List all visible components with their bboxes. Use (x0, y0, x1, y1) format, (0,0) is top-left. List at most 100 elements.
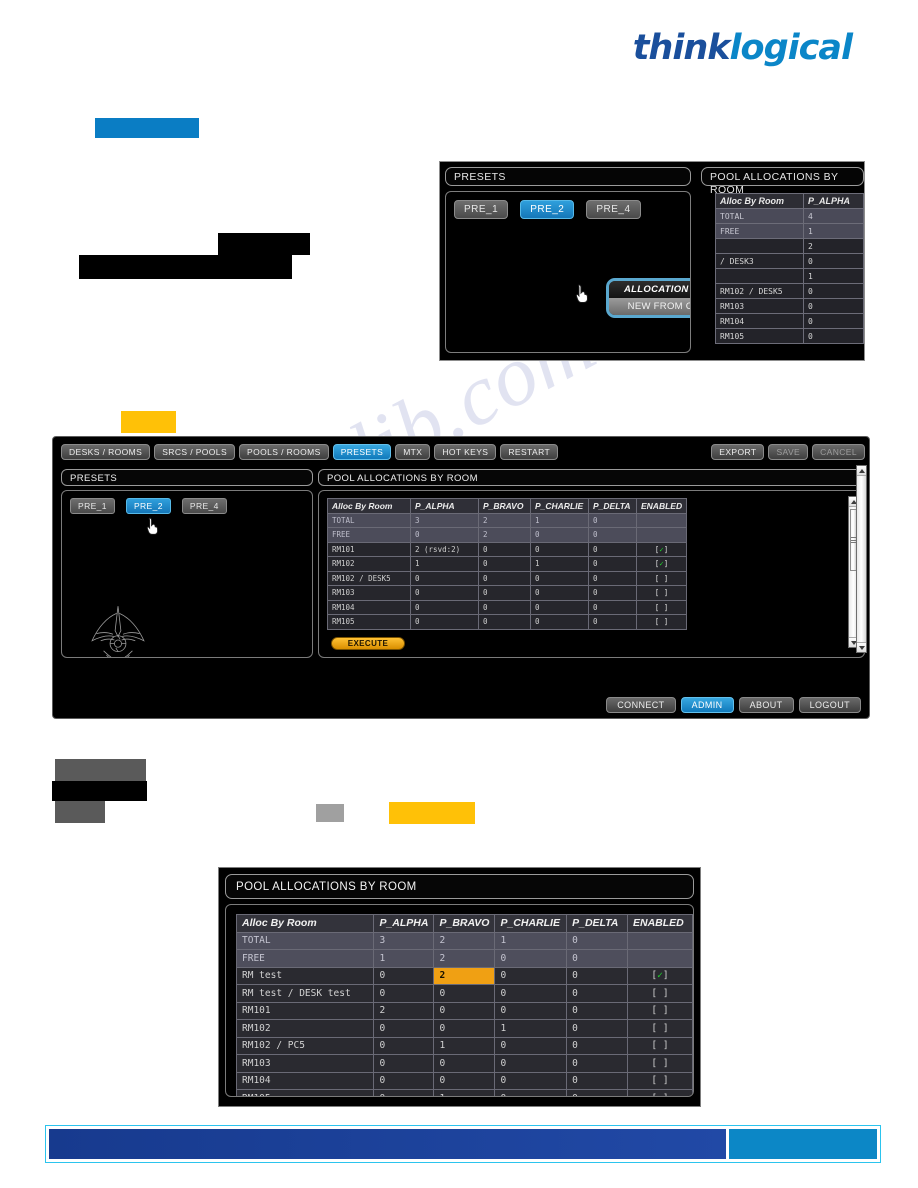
table-row[interactable]: RM test 0 2 0 0 [✓] (235, 966, 693, 985)
body-redaction-1 (218, 233, 310, 255)
enabled-checkbox[interactable] (635, 512, 688, 528)
preset-button-pre_2[interactable]: PRE_2 (125, 498, 171, 514)
fig2-presets-panel: PRESETS PRE_1 PRE_2 PRE_4 (61, 469, 313, 659)
preset-button-pre_4[interactable]: PRE_4 (586, 200, 641, 219)
table-row[interactable]: / DESK3 0 (715, 253, 864, 269)
figure-main-application-window: DESKS / ROOMS SRCS / POOLS POOLS / ROOMS PR… (52, 436, 870, 719)
table-cell: 0 (410, 527, 479, 543)
table-row[interactable]: RM102 / DESK5 0 0 0 0[ ] (327, 570, 688, 586)
enabled-checkbox[interactable]: [ ] (635, 614, 688, 630)
table-cell: RM test (235, 966, 375, 985)
tab-desks-rooms[interactable]: DESKS / ROOMS (61, 443, 151, 460)
window-scrollbar[interactable] (856, 465, 867, 653)
table-cell: 0 (433, 1071, 496, 1090)
about-button[interactable]: ABOUT (738, 697, 794, 713)
table-row[interactable]: FREE 1 2 0 0 (235, 949, 693, 968)
table-row[interactable]: RM104 0 (715, 313, 864, 329)
enabled-checkbox[interactable] (626, 931, 693, 950)
tab-pools-rooms[interactable]: POOLS / ROOMS (239, 443, 329, 460)
enabled-checkbox[interactable]: [ ] (635, 599, 688, 615)
table-row[interactable]: TOTAL 4 (715, 208, 864, 224)
tab-hot-keys[interactable]: HOT KEYS (434, 443, 497, 460)
table-row[interactable]: RM102 1 0 1 0 [✓] (327, 556, 688, 572)
table-row[interactable]: RM101 2 0 0 0[ ] (235, 1001, 693, 1020)
popup-item-new-from-current[interactable]: NEW FROM CURRENT (609, 298, 690, 315)
table-row[interactable]: RM104 0 0 0 0[ ] (235, 1071, 693, 1090)
tab-presets[interactable]: PRESETS (332, 443, 392, 460)
table-cell: 2 (478, 527, 531, 543)
tab-mtx[interactable]: MTX (395, 443, 431, 460)
table-cell: 0 (478, 556, 531, 572)
table-row[interactable]: RM102 / DESK5 0 (715, 283, 864, 299)
admin-button[interactable]: ADMIN (680, 697, 734, 713)
enabled-checkbox[interactable]: [ ] (626, 984, 693, 1003)
enabled-checkbox-checked[interactable]: [✓] (635, 541, 688, 557)
allocation-table: Alloc By Room P_ALPHA P_BRAVO P_CHARLIE P_DE… (327, 498, 688, 630)
enabled-checkbox[interactable]: [ ] (626, 1089, 693, 1096)
table-cell: 0 (566, 931, 628, 950)
enabled-checkbox[interactable] (626, 949, 693, 968)
table-row[interactable]: TOTAL 3 2 1 0 (235, 931, 693, 950)
save-button[interactable]: SAVE (768, 443, 809, 460)
allocation-presets-popup[interactable]: ALLOCATION PRESETS NEW FROM CURRENT (606, 278, 690, 318)
preset-button-pre_4[interactable]: PRE_4 (181, 498, 227, 514)
table-row[interactable]: RM105 0 0 0 0[ ] (327, 614, 688, 630)
table-cell: RM103 (715, 298, 804, 314)
connect-button[interactable]: CONNECT (606, 697, 676, 713)
table-cell: 0 (494, 949, 568, 968)
logout-button[interactable]: LOGOUT (798, 697, 861, 713)
cancel-button[interactable]: CANCEL (812, 443, 865, 460)
enabled-checkbox[interactable] (635, 527, 688, 543)
table-row[interactable]: RM103 0 (715, 298, 864, 314)
column-header: ENABLED (626, 914, 693, 933)
export-button[interactable]: EXPORT (711, 443, 765, 460)
table-row[interactable]: RM105 0 (715, 328, 864, 344)
enabled-checkbox[interactable]: [ ] (626, 1019, 693, 1038)
table-cell: 0 (478, 614, 531, 630)
table-cell: 0 (433, 1054, 496, 1073)
table-cell: 0 (588, 614, 637, 630)
tab-restart[interactable]: RESTART (500, 443, 559, 460)
table-row[interactable]: RM102 / PC5 0 1 0 0[ ] (235, 1036, 693, 1055)
table-cell: 2 (478, 512, 531, 528)
execute-button[interactable]: EXECUTE (331, 637, 405, 650)
column-header: Alloc By Room (715, 193, 804, 209)
table-row[interactable]: 2 (715, 238, 864, 254)
column-header: P_BRAVO (433, 914, 496, 933)
preset-button-pre_1[interactable]: PRE_1 (70, 498, 115, 514)
table-cell: 3 (410, 512, 479, 528)
table-cell: 0 (494, 1001, 568, 1020)
table-row[interactable]: RM102 0 0 1 0[ ] (235, 1019, 693, 1038)
table-row[interactable]: RM1050100[ ] (235, 1089, 693, 1096)
table-cell: 1 (530, 512, 589, 528)
fig1-pool-allocations-panel: POOL ALLOCATIONS BY ROOM Alloc By Room P_… (696, 162, 864, 360)
table-cell: 0 (410, 599, 479, 615)
tab-srcs-pools[interactable]: SRCS / POOLS (154, 443, 236, 460)
enabled-checkbox[interactable]: [ ] (626, 1001, 693, 1020)
table-cell: 0 (373, 1089, 435, 1096)
preset-button-pre_1[interactable]: PRE_1 (454, 200, 509, 219)
table-row[interactable]: 1 (715, 268, 864, 284)
table-row[interactable]: RM103 0 0 0 0[ ] (327, 585, 688, 601)
table-row[interactable]: FREE 1 (715, 223, 864, 239)
window-scroll-down-arrow[interactable] (857, 642, 866, 652)
table-cell: RM105 (327, 614, 411, 630)
preset-button-pre_2[interactable]: PRE_2 (520, 200, 575, 219)
enabled-checkbox-checked[interactable]: [✓] (635, 556, 688, 572)
fig2-pool-header: POOL ALLOCATIONS BY ROOM (318, 469, 865, 486)
table-row[interactable]: RM test / DESK test 0 0 0 0[ ] (235, 984, 693, 1003)
enabled-checkbox[interactable]: [ ] (635, 570, 688, 586)
table-cell: 3 (373, 931, 435, 950)
table-row[interactable]: TOTAL 3 2 1 0 (327, 512, 688, 528)
enabled-checkbox[interactable]: [ ] (635, 585, 688, 601)
table-row[interactable]: RM101 2 (rsvd:2) 0 0 0 [✓] (327, 541, 688, 557)
table-row[interactable]: FREE 0 2 0 0 (327, 527, 688, 543)
enabled-checkbox[interactable]: [ ] (626, 1071, 693, 1090)
table-row[interactable]: RM103 0 0 0 0[ ] (235, 1054, 693, 1073)
enabled-checkbox[interactable]: [ ] (626, 1054, 693, 1073)
table-row[interactable]: RM104 0 0 0 0[ ] (327, 599, 688, 615)
enabled-checkbox-checked[interactable]: [✓] (626, 966, 693, 985)
callout-orange-1 (121, 411, 176, 433)
enabled-checkbox[interactable]: [ ] (626, 1036, 693, 1055)
window-scroll-up-arrow[interactable] (857, 466, 866, 476)
